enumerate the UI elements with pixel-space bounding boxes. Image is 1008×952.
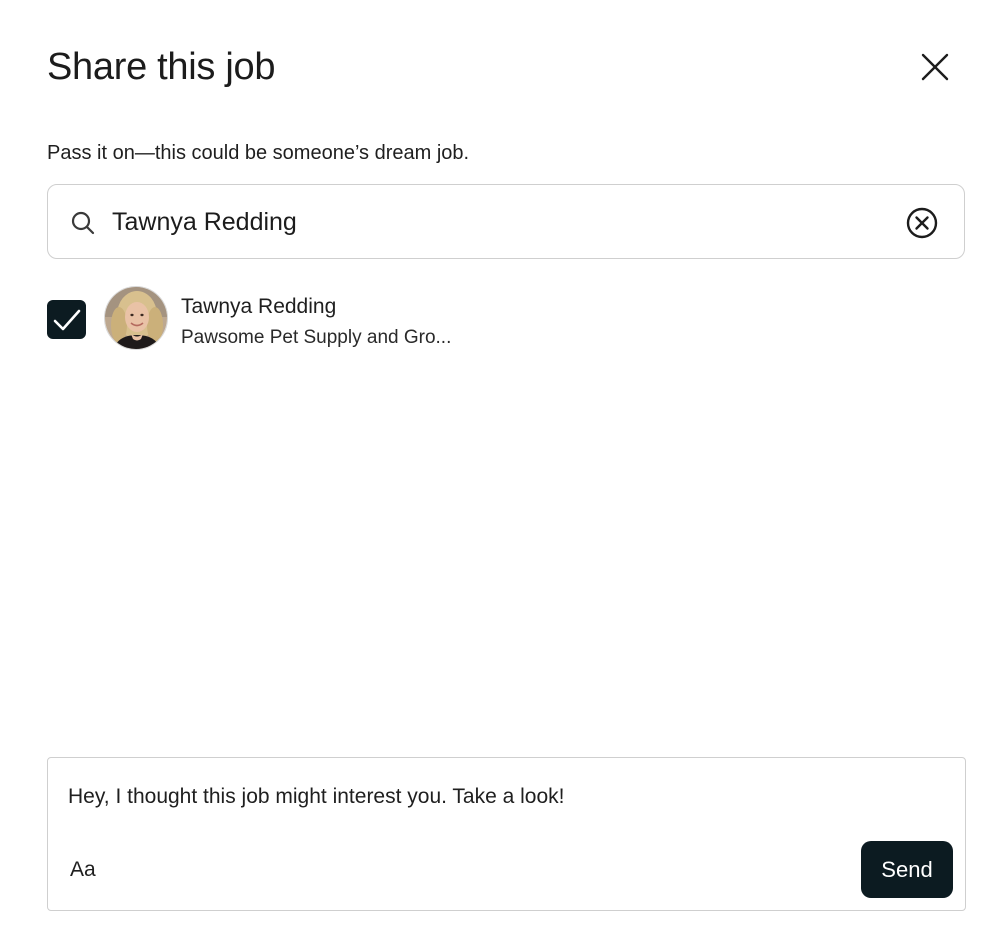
checkmark-icon [53, 309, 80, 330]
dialog-subtitle: Pass it on—this could be someone’s dream… [47, 142, 470, 164]
message-composer[interactable]: Hey, I thought this job might interest y… [47, 757, 966, 911]
search-box [47, 184, 965, 259]
contact-company: Pawsome Pet Supply and Gro... [181, 327, 452, 348]
dialog-title: Share this job [47, 46, 276, 88]
message-input[interactable]: Hey, I thought this job might interest y… [68, 782, 928, 812]
text-format-button[interactable]: Aa [70, 856, 96, 884]
contact-result-row[interactable]: Tawnya Redding Pawsome Pet Supply and Gr… [47, 285, 647, 355]
search-input[interactable] [112, 203, 892, 241]
close-button[interactable] [912, 44, 958, 90]
avatar [104, 286, 168, 350]
search-icon [71, 211, 95, 235]
contact-name: Tawnya Redding [181, 295, 337, 318]
send-button[interactable]: Send [861, 841, 953, 898]
close-icon [921, 53, 949, 81]
contact-checkbox[interactable] [47, 300, 86, 339]
clear-search-icon[interactable] [906, 207, 938, 239]
